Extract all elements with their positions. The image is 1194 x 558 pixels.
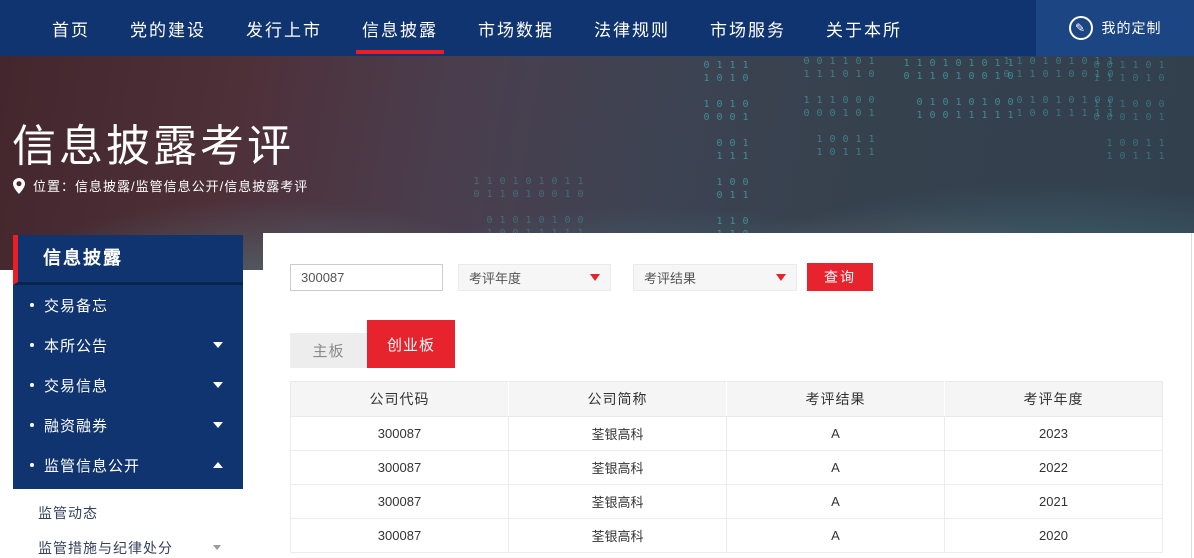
result-select[interactable]: 考评结果 bbox=[633, 264, 797, 291]
table-row: 300087 荃银高科 A 2020 bbox=[291, 519, 1163, 553]
nav-item-disclosure[interactable]: 信息披露 bbox=[342, 0, 458, 56]
my-custom-label: 我的定制 bbox=[1102, 18, 1162, 38]
sidebar-submenu: 监管动态 监管措施与纪律处分 bbox=[13, 489, 243, 558]
col-eval-year: 考评年度 bbox=[945, 382, 1163, 417]
scrollbar-track[interactable] bbox=[1191, 233, 1192, 558]
bullet-dot-icon bbox=[30, 383, 34, 387]
nav-item-listing[interactable]: 发行上市 bbox=[226, 0, 342, 56]
board-tabs: 主板 创业板 bbox=[290, 320, 455, 368]
nav-item-market-services[interactable]: 市场服务 bbox=[690, 0, 806, 56]
tab-main-board[interactable]: 主板 bbox=[290, 333, 367, 368]
nav-item-rules[interactable]: 法律规则 bbox=[574, 0, 690, 56]
bullet-dot-icon bbox=[30, 303, 34, 307]
table-header-row: 公司代码 公司简称 考评结果 考评年度 bbox=[291, 382, 1163, 417]
sidebar-item-trading-info[interactable]: 交易信息 bbox=[13, 365, 243, 405]
nav-item-home[interactable]: 首页 bbox=[32, 0, 110, 56]
sidebar-item-trading-memo[interactable]: 交易备忘 bbox=[13, 285, 243, 325]
sidebar: 信息披露 交易备忘 本所公告 交易信息 融资融券 bbox=[13, 235, 243, 558]
breadcrumb-text: 位置：信息披露/监管信息公开/信息披露考评 bbox=[33, 176, 308, 195]
sidebar-header: 信息披露 bbox=[13, 235, 243, 285]
chevron-down-icon bbox=[213, 545, 221, 550]
bullet-dot-icon bbox=[30, 423, 34, 427]
binary-decor: 10 01 11 01 00 11 10 01 01 11 10 00 01 1… bbox=[1000, 56, 1117, 126]
table-row: 300087 荃银高科 A 2021 bbox=[291, 485, 1163, 519]
year-select[interactable]: 考评年度 bbox=[458, 264, 611, 291]
pencil-circle-icon: ✎ bbox=[1069, 16, 1093, 40]
table-row: 300087 荃银高科 A 2023 bbox=[291, 417, 1163, 451]
tab-chinext[interactable]: 创业板 bbox=[367, 320, 455, 368]
nav-item-about[interactable]: 关于本所 bbox=[806, 0, 922, 56]
sidebar-menu: 交易备忘 本所公告 交易信息 融资融券 监管信息公开 bbox=[13, 285, 243, 489]
dropdown-arrow-icon bbox=[590, 274, 600, 281]
top-navbar: 首页 党的建设 发行上市 信息披露 市场数据 法律规则 市场服务 关于本所 ✎ … bbox=[0, 0, 1194, 56]
chevron-up-icon bbox=[213, 462, 223, 468]
bullet-dot-icon bbox=[30, 463, 34, 467]
sidebar-subitem-regulatory-measures[interactable]: 监管措施与纪律处分 bbox=[13, 530, 243, 558]
main-content: 考评年度 考评结果 查询 主板 创业板 公司代码 公司简称 考评结果 考评年度 bbox=[263, 233, 1194, 558]
binary-decor: 10 01 11 01 00 11 10 01 01 11 10 00 01 1… bbox=[1090, 60, 1168, 170]
binary-decor: 10 01 11 01 00 11 10 01 01 11 10 00 01 1… bbox=[800, 56, 878, 176]
col-company-code: 公司代码 bbox=[291, 382, 509, 417]
chevron-down-icon bbox=[213, 382, 223, 388]
binary-decor: 10 01 11 01 00 11 10 01 01 11 10 00 01 1… bbox=[700, 60, 752, 250]
col-eval-result: 考评结果 bbox=[727, 382, 945, 417]
my-custom-button[interactable]: ✎ 我的定制 bbox=[1036, 0, 1194, 56]
page-title: 信息披露考评 bbox=[12, 110, 294, 174]
sidebar-subitem-regulatory-news[interactable]: 监管动态 bbox=[13, 495, 243, 530]
sidebar-item-margin-trading[interactable]: 融资融券 bbox=[13, 405, 243, 445]
chevron-down-icon bbox=[213, 422, 223, 428]
evaluation-table: 公司代码 公司简称 考评结果 考评年度 300087 荃银高科 A 2023 3… bbox=[290, 381, 1163, 553]
sidebar-item-regulatory-disclosure[interactable]: 监管信息公开 bbox=[13, 445, 243, 485]
bullet-dot-icon bbox=[30, 343, 34, 347]
filter-bar: 考评年度 考评结果 查询 bbox=[290, 263, 873, 291]
breadcrumb: 位置：信息披露/监管信息公开/信息披露考评 bbox=[13, 176, 308, 195]
chevron-down-icon bbox=[213, 342, 223, 348]
nav-item-party-building[interactable]: 党的建设 bbox=[110, 0, 226, 56]
nav-items: 首页 党的建设 发行上市 信息披露 市场数据 法律规则 市场服务 关于本所 bbox=[32, 0, 922, 56]
stock-code-input[interactable] bbox=[290, 264, 443, 291]
query-button[interactable]: 查询 bbox=[807, 263, 873, 291]
table-row: 300087 荃银高科 A 2022 bbox=[291, 451, 1163, 485]
sidebar-item-exchange-notices[interactable]: 本所公告 bbox=[13, 325, 243, 365]
nav-item-market-data[interactable]: 市场数据 bbox=[458, 0, 574, 56]
page: 首页 党的建设 发行上市 信息披露 市场数据 法律规则 市场服务 关于本所 ✎ … bbox=[0, 0, 1194, 558]
binary-decor: 10 01 11 01 00 11 10 01 01 11 10 00 01 1… bbox=[900, 58, 1017, 148]
col-company-name: 公司简称 bbox=[509, 382, 727, 417]
dropdown-arrow-icon bbox=[776, 274, 786, 281]
location-pin-icon bbox=[13, 178, 25, 194]
